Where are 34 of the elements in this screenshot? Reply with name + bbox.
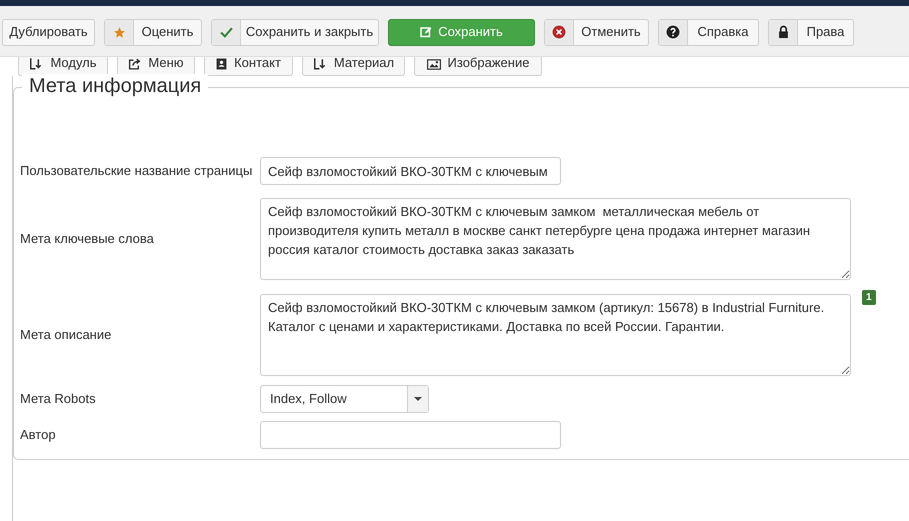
text-area[interactable]: Сейф взломостойкий ВКО-30ТКМ с ключевым замком металлическая мебель от производителя купить металл в москве санкт петербурге цена продажа интернет магазин россия каталог стоимость доставка заказ заказать xyxy=(260,198,851,280)
toolbar-button[interactable]: Справка xyxy=(658,18,759,46)
field-label: Мета Robots xyxy=(20,390,96,408)
lock-icon xyxy=(778,25,788,39)
field-label: Пользовательские название страницы xyxy=(20,162,252,180)
text-area[interactable]: Сейф взломостойкий ВКО-30ТКМ с ключевым замком (артикул: 15678) в Industrial Furniture. Каталог с ценами и характеристиками. Доставка по всей России. Гарантии. xyxy=(260,294,851,376)
input-field[interactable]: Сейф взломостойкий ВКО-30ТКМ с ключевым xyxy=(260,157,561,185)
select-dropdown[interactable]: Index, Follow xyxy=(260,385,429,413)
caret-icon xyxy=(414,397,422,401)
editor-button[interactable]: Материал xyxy=(302,57,405,76)
editor-button[interactable]: Контакт xyxy=(204,57,293,76)
help-icon xyxy=(666,25,680,39)
insert-icon xyxy=(29,57,44,70)
toolbar-button[interactable]: Дублировать xyxy=(2,18,95,46)
edit-icon xyxy=(420,26,432,38)
contact-card-icon xyxy=(216,58,228,70)
image-icon xyxy=(426,59,441,70)
insert-icon xyxy=(312,57,327,70)
share-icon xyxy=(128,58,142,70)
editor-button[interactable]: Изображение xyxy=(414,57,542,76)
toolbar-button[interactable]: Отменить xyxy=(544,18,649,46)
star-icon xyxy=(112,26,126,38)
field-label: Мета ключевые слова xyxy=(20,230,154,248)
cancel-icon xyxy=(552,25,566,39)
section-title: Мета информация xyxy=(22,74,208,98)
checkmark-icon xyxy=(220,26,232,38)
toolbar-button[interactable]: Сохранить и закрыть xyxy=(211,18,379,46)
input-field[interactable] xyxy=(260,421,561,449)
field-label: Мета описание xyxy=(20,326,112,344)
editor-button[interactable]: Модуль xyxy=(18,57,108,76)
count-badge: 1 xyxy=(862,290,876,305)
field-label: Автор xyxy=(20,426,56,444)
toolbar-button[interactable]: Оценить xyxy=(104,18,202,46)
toolbar-button[interactable]: Права xyxy=(768,18,854,46)
